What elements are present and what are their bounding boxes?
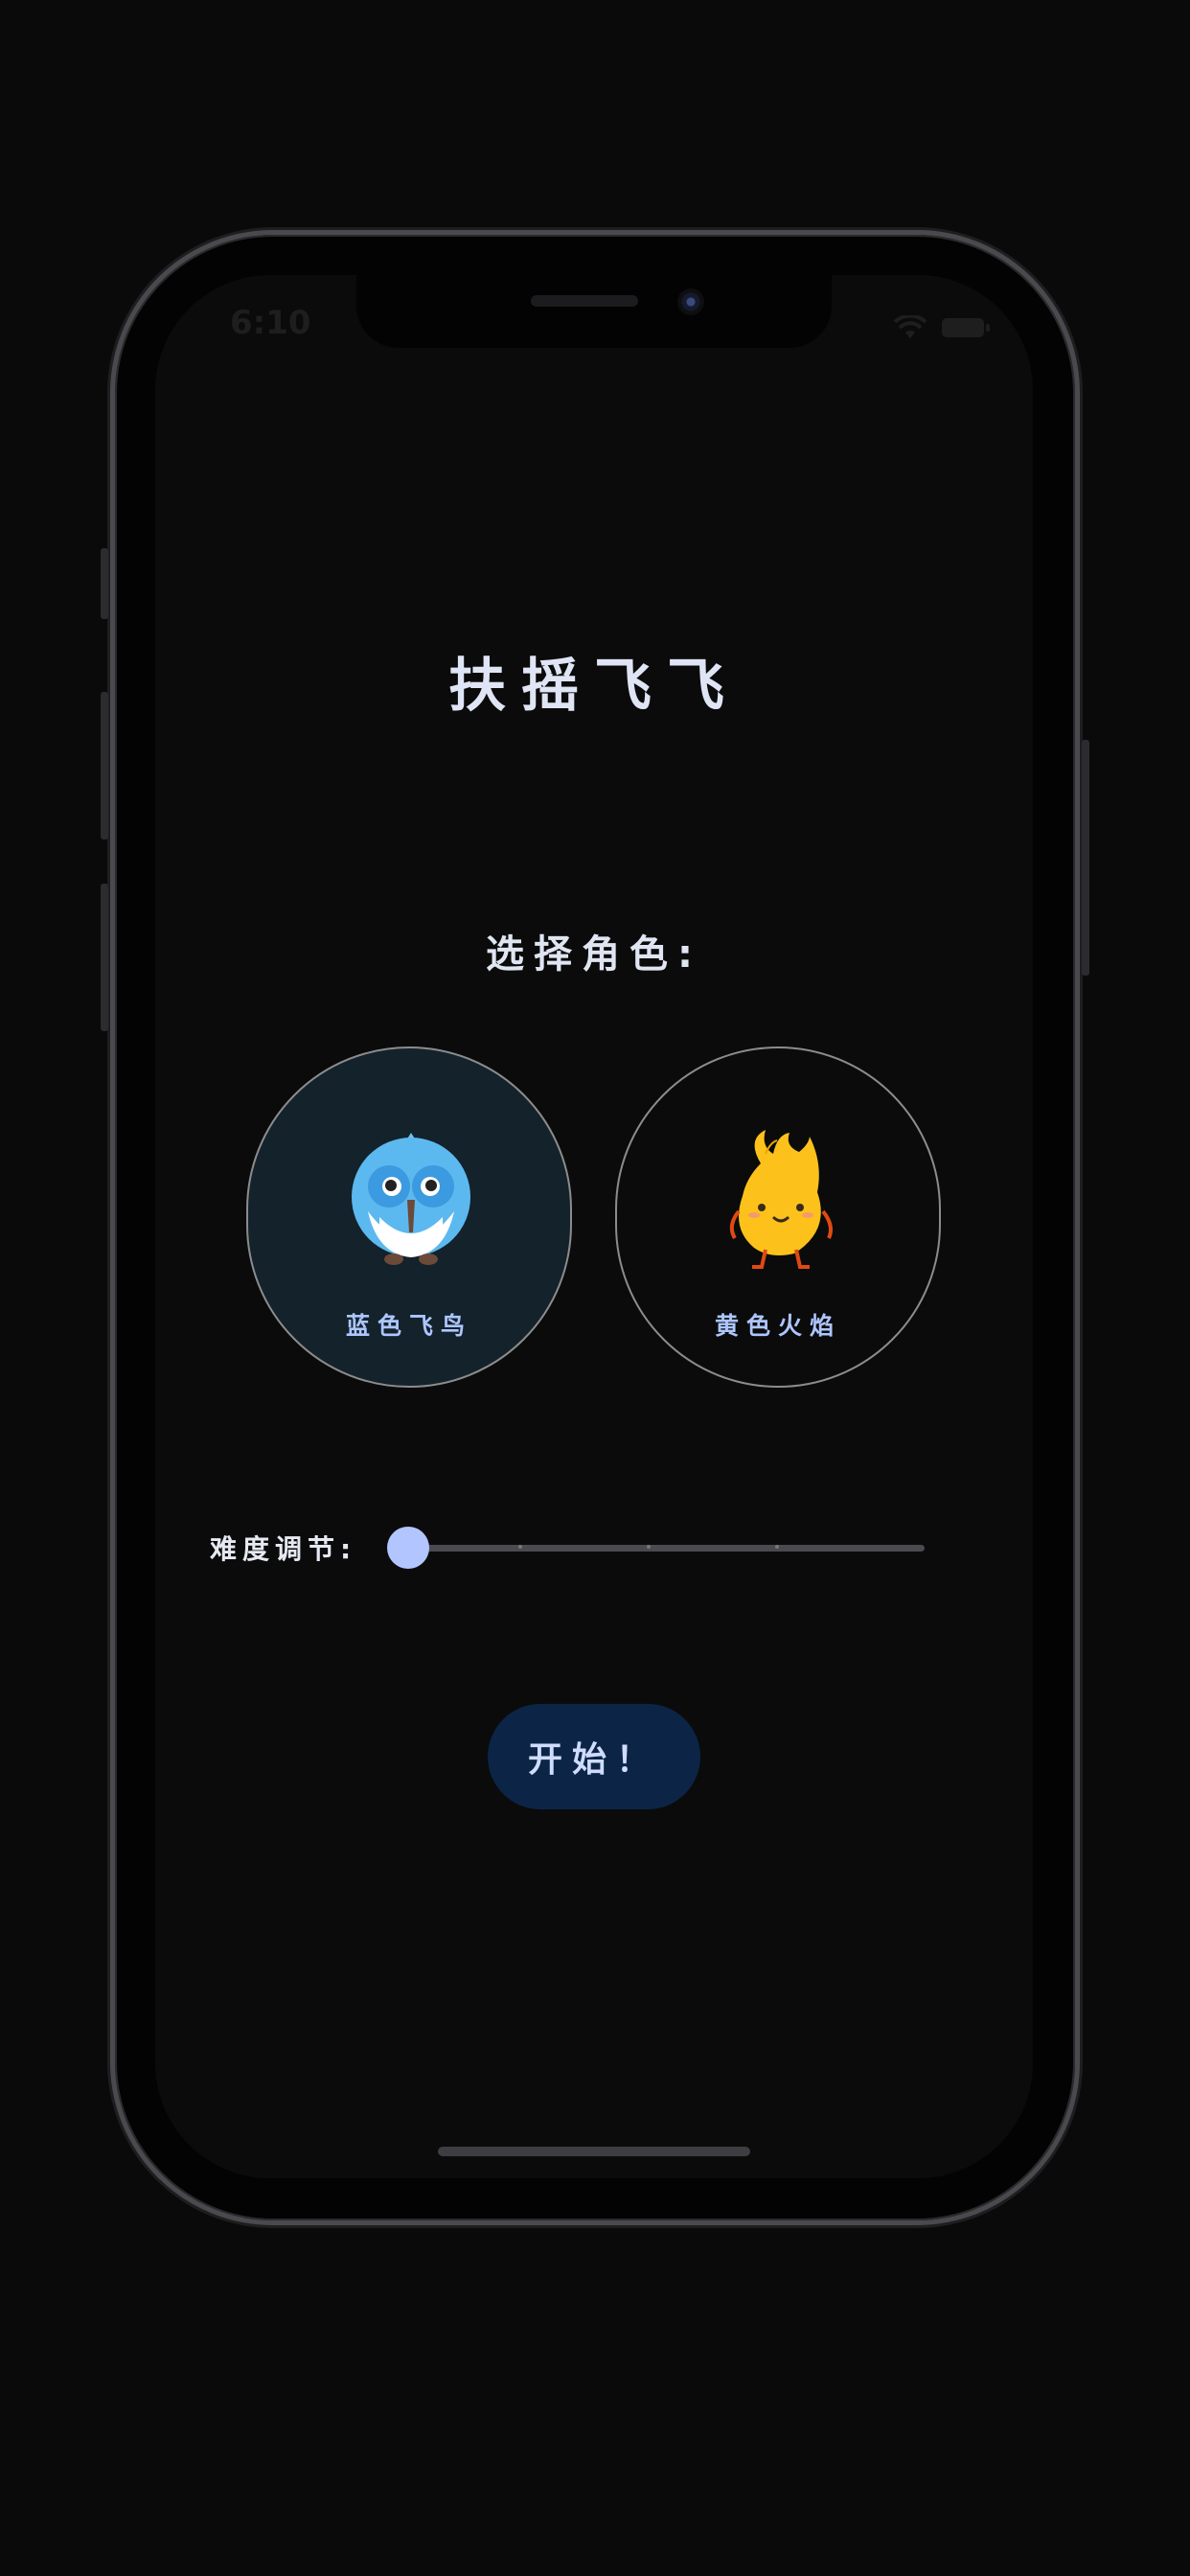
blue-bird-icon xyxy=(352,1133,470,1265)
start-button[interactable]: 开始！ xyxy=(488,1704,700,1809)
slider-tick xyxy=(775,1545,779,1549)
difficulty-slider-track[interactable] xyxy=(392,1545,925,1552)
slider-tick xyxy=(647,1545,651,1549)
volume-down-button xyxy=(101,884,108,1031)
home-indicator[interactable] xyxy=(438,2147,750,2156)
app-title: 扶摇飞飞 xyxy=(448,653,740,720)
mute-switch xyxy=(101,548,108,619)
app-screen: 6:10 扶摇飞飞 选择角色: 蓝色飞鸟 黄色火焰 难度调节: 开始！ xyxy=(155,275,1033,2178)
notch xyxy=(356,275,832,348)
character-option-blue-bird[interactable]: 蓝色飞鸟 xyxy=(246,1046,572,1388)
battery-icon xyxy=(942,318,990,337)
slider-tick xyxy=(518,1545,522,1549)
difficulty-label: 难度调节: xyxy=(210,1533,357,1565)
volume-up-button xyxy=(101,692,108,840)
character-option-yellow-flame[interactable]: 黄色火焰 xyxy=(615,1046,941,1388)
yellow-flame-icon xyxy=(729,1130,833,1269)
status-icons xyxy=(893,315,991,340)
character-label-yellow-flame: 黄色火焰 xyxy=(714,1312,841,1340)
power-button xyxy=(1082,740,1089,976)
character-label-blue-bird: 蓝色飞鸟 xyxy=(345,1312,472,1340)
camera-icon xyxy=(677,288,704,315)
status-time: 6:10 xyxy=(230,304,311,342)
speaker-grille xyxy=(531,295,638,307)
choose-character-label: 选择角色: xyxy=(486,932,702,977)
wifi-icon xyxy=(893,315,927,338)
difficulty-slider-thumb[interactable] xyxy=(387,1527,429,1569)
